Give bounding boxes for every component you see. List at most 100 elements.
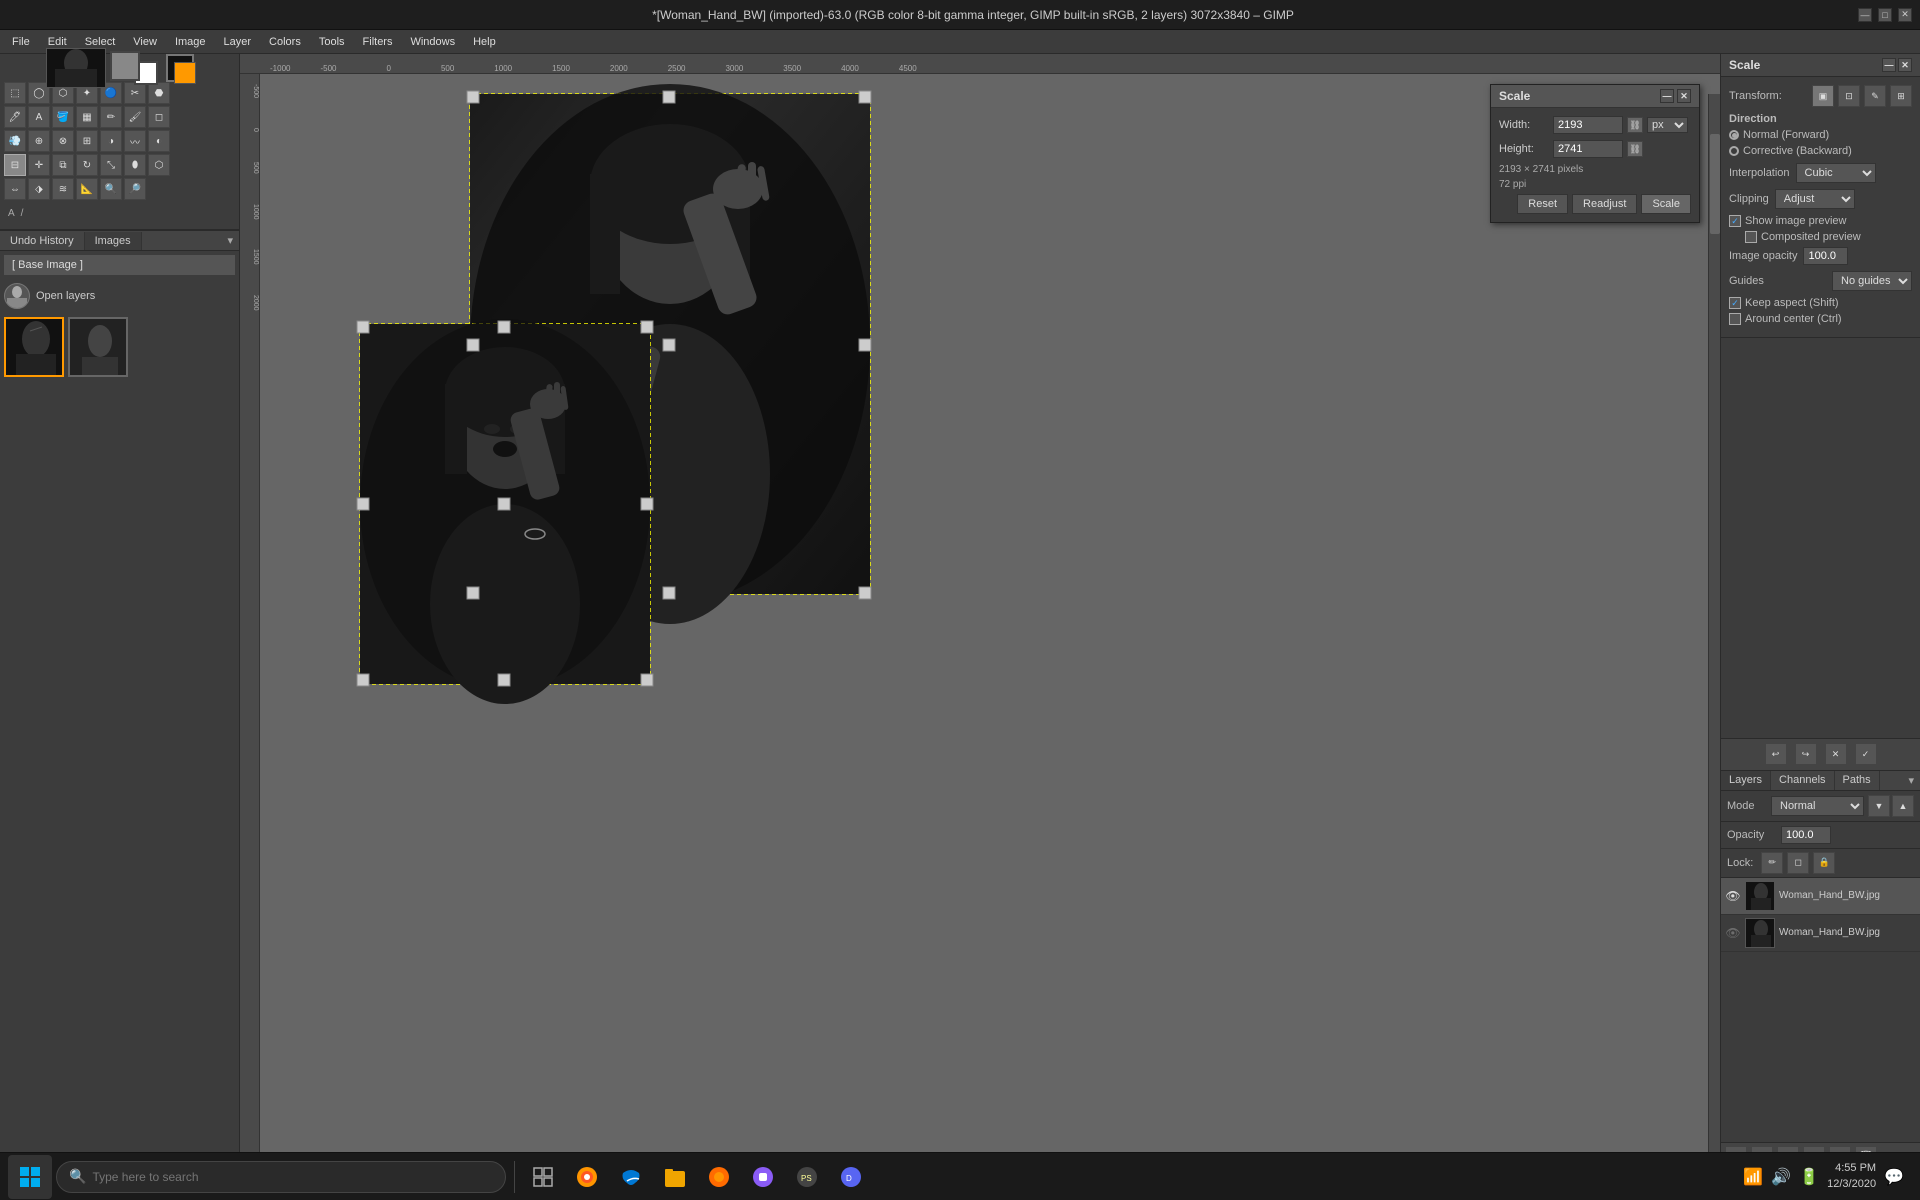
taskbar-discord[interactable]: D [831, 1157, 871, 1197]
menu-file[interactable]: File [4, 34, 38, 50]
normal-radio[interactable] [1729, 130, 1739, 140]
mode-select[interactable]: Normal Multiply Screen Overlay [1771, 796, 1864, 816]
layer-item[interactable]: 👁 Woman_Hand_BW.jpg [1721, 915, 1920, 952]
tool-eraser[interactable]: ◻ [148, 106, 170, 128]
tool-transform-3d[interactable]: ⬗ [28, 178, 50, 200]
transform-image-btn[interactable]: ⊞ [1890, 85, 1912, 107]
image-preview-thumb[interactable] [46, 48, 106, 88]
transform-path-btn[interactable]: ✎ [1864, 85, 1886, 107]
tool-paintbrush[interactable]: 🖌 [124, 106, 146, 128]
scale-handle-bm[interactable] [498, 674, 510, 686]
image-thumb-preview[interactable] [4, 317, 64, 377]
tool-perspective-clone[interactable]: ⊞ [76, 130, 98, 152]
search-input[interactable] [92, 1170, 493, 1184]
delete-icon-btn[interactable]: ✕ [1825, 743, 1847, 765]
image-thumb-preview-2[interactable] [68, 317, 128, 377]
menu-help[interactable]: Help [465, 34, 504, 50]
reset-button[interactable]: Reset [1517, 194, 1568, 214]
tool-paintbucket[interactable]: 🪣 [52, 106, 74, 128]
menu-tools[interactable]: Tools [311, 34, 353, 50]
handle-top-left[interactable] [467, 91, 479, 103]
tab-images[interactable]: Images [85, 232, 142, 250]
right-panel-close[interactable]: ✕ [1898, 58, 1912, 72]
layers-panel-close[interactable]: ▾ [1902, 771, 1920, 790]
tool-shear[interactable]: ⬮ [124, 154, 146, 176]
tab-channels[interactable]: Channels [1771, 771, 1834, 790]
scale-handle-bl[interactable] [357, 674, 369, 686]
scale-handle-br[interactable] [641, 674, 653, 686]
chain-icon-2[interactable]: ⛓ [1627, 141, 1643, 157]
taskbar-firefox[interactable] [567, 1157, 607, 1197]
scale-handle-mr[interactable] [641, 498, 653, 510]
image-thumb-2[interactable] [68, 317, 128, 377]
menu-image[interactable]: Image [167, 34, 214, 50]
taskbar-search[interactable]: 🔍 [56, 1161, 506, 1193]
taskbar-explorer[interactable] [655, 1157, 695, 1197]
scale-unit-select[interactable]: px % mm [1647, 117, 1688, 133]
clipping-select[interactable]: Adjust Clip Crop to result [1775, 189, 1855, 209]
tool-flip[interactable]: ⇔ [4, 178, 26, 200]
volume-icon[interactable]: 🔊 [1771, 1167, 1791, 1187]
handle-top-right[interactable] [859, 91, 871, 103]
tool-gradient[interactable]: ▦ [76, 106, 98, 128]
maximize-button[interactable]: □ [1878, 8, 1892, 22]
handle-top-mid[interactable] [663, 91, 675, 103]
scale-height-input[interactable] [1553, 140, 1623, 158]
tool-color-picker[interactable]: 🔍 [100, 178, 122, 200]
vertical-scrollbar[interactable] [1708, 94, 1720, 1158]
mode-icon-2[interactable]: ▲ [1892, 795, 1914, 817]
network-icon[interactable]: 📶 [1743, 1167, 1763, 1187]
transform-layer-btn[interactable]: ▣ [1812, 85, 1834, 107]
tool-zoom[interactable]: 🔎 [124, 178, 146, 200]
v-scrollbar-thumb[interactable] [1710, 134, 1720, 234]
foreground-color[interactable] [110, 51, 140, 81]
lock-position-btn[interactable]: 🔒 [1813, 852, 1835, 874]
tool-crop[interactable]: ⧉ [52, 154, 74, 176]
tool-healing[interactable]: ⊗ [52, 130, 74, 152]
tool-airbrush[interactable]: 💨 [4, 130, 26, 152]
canvas-content[interactable]: Scale — ✕ Width: ⛓ px % [260, 74, 1720, 1170]
tool-measure[interactable]: 📐 [76, 178, 98, 200]
layer-visibility-icon-2[interactable]: 👁 [1725, 925, 1741, 941]
tool-dodge-burn[interactable]: ◐ [148, 130, 170, 152]
tool-blur-sharpen[interactable]: ◑ [100, 130, 122, 152]
interpolation-select[interactable]: Cubic Linear None NoHalo LoHalo [1796, 163, 1876, 183]
tool-align[interactable]: ⊟ [4, 154, 26, 176]
menu-filters[interactable]: Filters [355, 34, 401, 50]
close-button[interactable]: ✕ [1898, 8, 1912, 22]
clock[interactable]: 4:55 PM 12/3/2020 [1827, 1161, 1876, 1192]
confirm-icon-btn[interactable]: ✓ [1855, 743, 1877, 765]
tool-warp[interactable]: ≋ [52, 178, 74, 200]
reset-icon-btn[interactable]: ↩ [1765, 743, 1787, 765]
around-center-checkbox[interactable] [1729, 313, 1741, 325]
composited-preview-checkbox[interactable] [1745, 231, 1757, 243]
handle-center[interactable] [663, 339, 675, 351]
handle-bot-mid[interactable] [663, 587, 675, 599]
tool-scale[interactable]: ⤡ [100, 154, 122, 176]
right-panel-minimize[interactable]: — [1882, 58, 1896, 72]
menu-colors[interactable]: Colors [261, 34, 309, 50]
scale-handle-ml[interactable] [357, 498, 369, 510]
tool-rect-select[interactable]: ⬚ [4, 82, 26, 104]
tool-paths[interactable]: 🖊 [4, 106, 26, 128]
scale-handle-tm[interactable] [498, 321, 510, 333]
tool-clone[interactable]: ⊕ [28, 130, 50, 152]
battery-icon[interactable]: 🔋 [1799, 1167, 1819, 1187]
scale-handle-tl[interactable] [357, 321, 369, 333]
tool-scissors[interactable]: ✂ [124, 82, 146, 104]
image-thumb-1[interactable] [4, 317, 64, 377]
scale-button[interactable]: Scale [1641, 194, 1691, 214]
readjust-button[interactable]: Readjust [1572, 194, 1637, 214]
handle-bot-right[interactable] [859, 587, 871, 599]
scale-handle-mc[interactable] [498, 498, 510, 510]
layer-item[interactable]: 👁 Woman_Hand_BW.jpg [1721, 878, 1920, 915]
tab-paths[interactable]: Paths [1835, 771, 1880, 790]
corrective-radio[interactable] [1729, 146, 1739, 156]
lock-pixels-btn[interactable]: ✏ [1761, 852, 1783, 874]
tool-smudge[interactable]: 〰 [124, 130, 146, 152]
minimize-button[interactable]: — [1858, 8, 1872, 22]
lock-alpha-btn[interactable]: ◻ [1787, 852, 1809, 874]
tool-rotate[interactable]: ↻ [76, 154, 98, 176]
taskbar-orange[interactable] [699, 1157, 739, 1197]
scale-width-input[interactable] [1553, 116, 1623, 134]
